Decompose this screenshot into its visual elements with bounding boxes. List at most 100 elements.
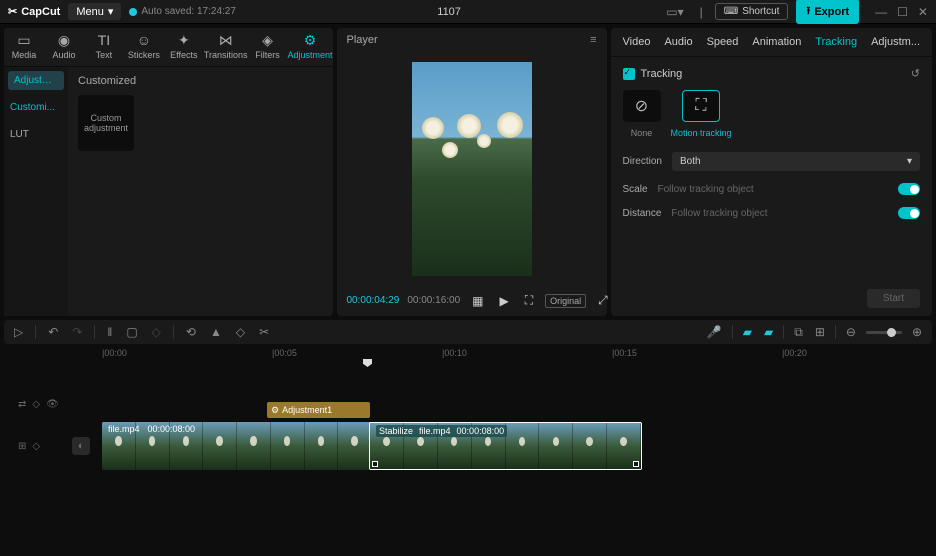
clip2-name: file.mp4 [419,426,451,436]
effect-track-header: ⇄ ◇ 👁 [4,394,102,414]
reset-icon[interactable]: ↺ [911,67,920,80]
insp-tab-adjustment[interactable]: Adjustm... [871,36,920,48]
export-button[interactable]: ⭱ Export [796,0,859,24]
sidenav-lut[interactable]: LUT [4,121,68,148]
custom-adjustment-card[interactable]: Custom adjustment [78,95,134,151]
magnet-main-icon[interactable]: ▰ [741,323,754,341]
adjustment-clip-icon: ⚙ [271,405,279,416]
effects-icon: ✦ [178,32,190,48]
distance-label: Distance [623,208,662,219]
direction-select[interactable]: Both ▾ [672,152,920,171]
layout-icon[interactable]: ▭▾ [662,3,687,21]
tab-media[interactable]: ▭Media [4,28,44,66]
tracking-option-motion[interactable]: ⛶ Motion tracking [671,90,732,138]
player-menu-icon[interactable]: ≡ [590,34,596,46]
scale-toggle[interactable] [898,183,920,195]
distance-toggle[interactable] [898,207,920,219]
sidenav-customized[interactable]: Customi... [4,94,68,121]
scale-sub: Follow tracking object [658,184,754,195]
adjustment-clip[interactable]: ⚙ Adjustment1 [267,402,370,418]
grid-icon[interactable]: ⊞ [18,441,26,452]
insp-tab-animation[interactable]: Animation [752,36,801,48]
zoom-in-icon[interactable]: ⊕ [910,323,924,341]
insp-tab-speed[interactable]: Speed [707,36,739,48]
tab-adjustment[interactable]: ⚙Adjustment [288,28,333,66]
tool-icon[interactable]: ◇ [150,323,163,341]
minimize-button[interactable]: — [875,5,887,19]
tab-effects[interactable]: ✦Effects [164,28,204,66]
zoom-out-icon[interactable]: ⊖ [844,323,858,341]
hide-icon[interactable]: ◇ [32,399,40,410]
clip-handle-right[interactable] [633,461,639,467]
tracking-options: ⊘ None ⛶ Motion tracking [623,90,921,138]
zoom-slider[interactable] [866,331,902,334]
autosave-status: Auto saved: 17:24:27 [129,6,236,17]
redo-icon[interactable]: ↷ [70,323,84,341]
menu-button[interactable]: Menu ▾ [68,3,121,20]
tracking-checkbox[interactable]: Tracking [623,68,683,80]
shortcut-button[interactable]: ⌨ Shortcut [715,3,789,20]
lock-icon[interactable]: ⇄ [18,399,26,410]
crop-icon[interactable]: ✂ [257,323,271,341]
chevron-down-icon: ▾ [907,156,912,167]
stickers-icon: ☺ [137,32,151,48]
eye-icon[interactable]: 👁 [46,399,59,410]
insp-tab-audio[interactable]: Audio [664,36,692,48]
quality-button[interactable]: Original [545,294,586,308]
media-panel: ▭Media ◉Audio TIText ☺Stickers ✦Effects … [4,28,333,316]
video-preview [412,62,532,276]
tab-transitions[interactable]: ⋈Transitions [204,28,248,66]
undo-icon[interactable]: ↶ [46,323,60,341]
tab-text[interactable]: TIText [84,28,124,66]
split-icon[interactable]: ‖ [105,323,114,341]
project-title: 1107 [437,6,461,18]
hide-icon[interactable]: ◇ [32,441,40,452]
keyboard-icon: ⌨ [724,6,738,17]
link-icon[interactable]: ⧉ [792,323,805,342]
insp-tab-video[interactable]: Video [623,36,651,48]
close-button[interactable]: ✕ [918,5,928,19]
thumbnail-toggle[interactable]: ◐ [72,437,90,455]
export-icon: ⭱ [806,2,810,21]
logo-icon: ✂ [8,5,17,18]
play-button[interactable]: ▶ [496,292,513,310]
player-controls: 00:00:04:29 00:00:16:00 ▦ ▶ ⛶ Original ⤢ [337,285,607,316]
side-nav: Adjustment Customi... LUT [4,67,68,316]
export-label: Export [814,6,849,18]
insp-tab-tracking[interactable]: Tracking [815,36,857,48]
start-button[interactable]: Start [867,289,920,308]
maximize-button[interactable]: ☐ [897,5,908,19]
tab-audio[interactable]: ◉Audio [44,28,84,66]
section-title: Customized [78,75,323,87]
magnet-track-icon[interactable]: ▰ [762,323,775,341]
select-tool-icon[interactable]: ▷ [12,323,25,341]
tracking-option-none[interactable]: ⊘ None [623,90,661,138]
timeline: |00:00 |00:05 |00:10 |00:15 |00:20 ⇄ ◇ 👁… [4,346,932,550]
rotate-icon[interactable]: ◇ [234,323,247,341]
player-canvas[interactable] [337,52,607,285]
tab-filters[interactable]: ◈Filters [248,28,288,66]
titlebar: ✂ CapCut Menu ▾ Auto saved: 17:24:27 110… [0,0,936,24]
time-ruler[interactable]: |00:00 |00:05 |00:10 |00:15 |00:20 [102,346,932,362]
delete-icon[interactable]: ▢ [124,323,139,341]
app-logo: ✂ CapCut [8,5,60,18]
grid-icon[interactable]: ▦ [468,292,487,310]
reverse-icon[interactable]: ⟲ [184,323,198,341]
tab-stickers[interactable]: ☺Stickers [124,28,164,66]
inspector-panel: Video Audio Speed Animation Tracking Adj… [611,28,933,316]
chevron-down-icon: ▾ [108,5,114,18]
track-headers: ⇄ ◇ 👁 ⊞ ◇ ◐ [4,362,102,456]
mic-icon[interactable]: 🎤 [705,323,724,341]
ruler-tick: |00:00 [102,348,127,358]
preview-icon[interactable]: ⊞ [813,323,827,341]
scan-icon[interactable]: ⛶ [521,291,537,310]
motion-tracking-icon: ⛶ [695,97,706,115]
video-track-header: ⊞ ◇ ◐ [4,436,102,456]
fullscreen-icon[interactable]: ⤢ [594,291,612,310]
clip-handle-left[interactable] [372,461,378,467]
mirror-icon[interactable]: ▲ [208,323,224,341]
sidenav-adjustment[interactable]: Adjustment [8,71,64,90]
video-clip-2-selected[interactable]: Stabilize file.mp4 00:00:08:00 [369,422,642,470]
timeline-toolbar: ▷ ↶ ↷ ‖ ▢ ◇ ⟲ ▲ ◇ ✂ 🎤 ▰ ▰ ⧉ ⊞ ⊖ ⊕ [4,320,932,344]
clip2-duration: 00:00:08:00 [457,426,505,436]
